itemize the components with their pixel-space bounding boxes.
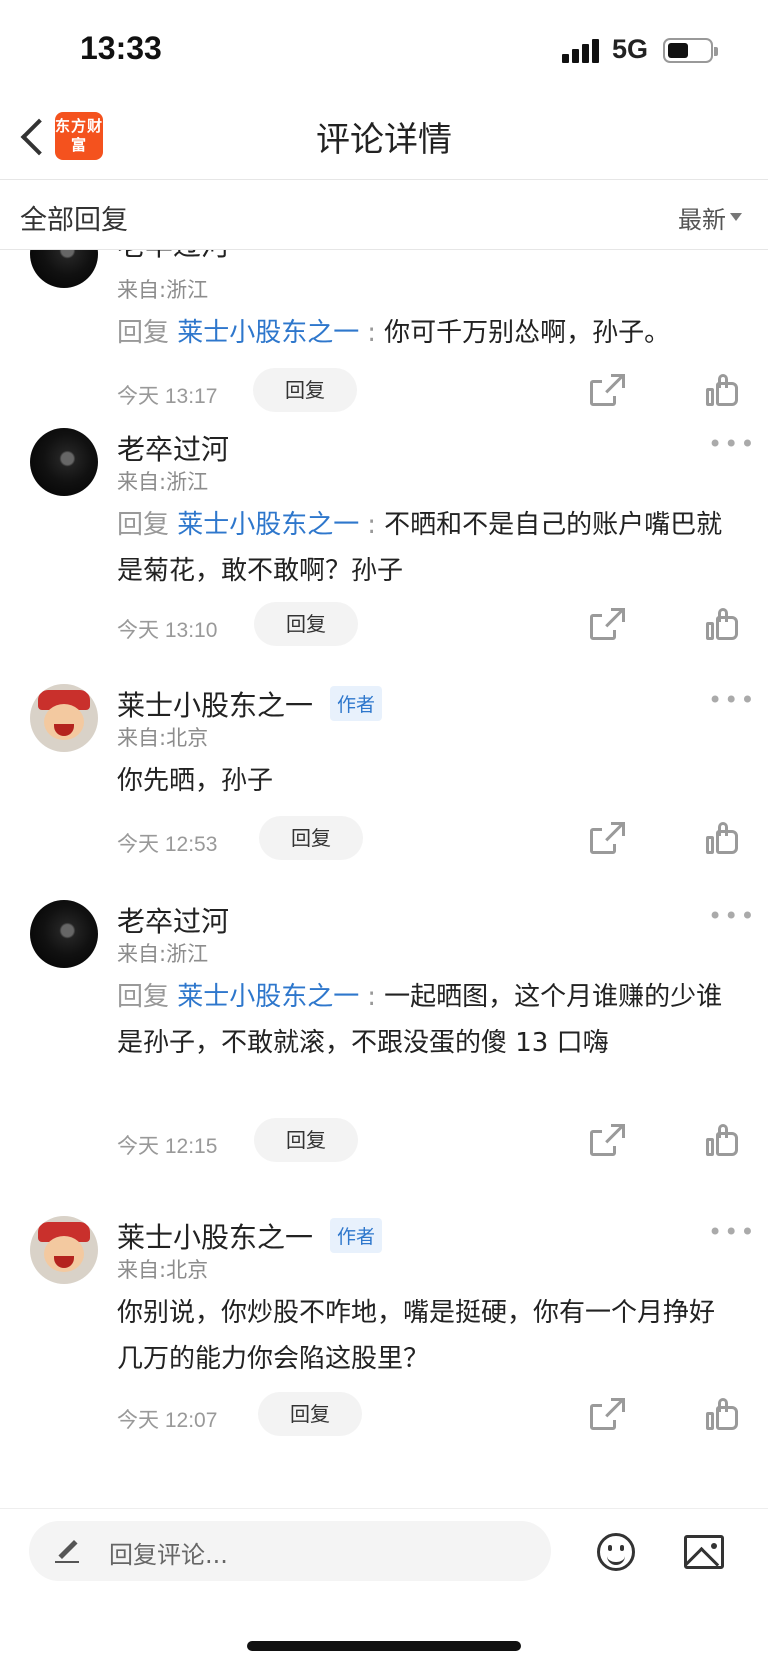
more-icon[interactable]: ••• [708,430,756,458]
reply-target-link[interactable]: 莱士小股东之一 [177,982,359,1012]
more-icon[interactable]: ••• [708,686,756,714]
pencil-icon [55,1539,79,1563]
comment-item: 莱士小股东之一 作者 ••• 来自:北京 你别说，你炒股不咋地，嘴是挺硬，你有一… [0,1216,768,1496]
timestamp: 今天 13:10 [117,619,218,642]
location: 来自:浙江 [117,942,209,966]
share-icon[interactable] [590,1124,625,1156]
signal-icon [562,39,602,63]
filter-bar: 全部回复 最新 [0,180,768,250]
location: 来自:北京 [117,1258,209,1282]
back-button[interactable] [14,112,54,162]
author-badge: 作者 [330,1218,383,1253]
timestamp: 今天 12:53 [117,833,218,856]
reply-button[interactable]: 回复 [259,816,363,860]
avatar[interactable] [30,1216,98,1284]
like-icon[interactable] [706,1124,738,1156]
comment-text: 回复 莱士小股东之一: 你可千万别怂啊，孙子。 [117,318,671,348]
comment-item: 老卒过河 来自:浙江 回复 莱士小股东之一:你可千万别怂啊，孙子。 今天 13:… [0,250,768,412]
timestamp: 今天 12:15 [117,1135,218,1158]
comment-item: 老卒过河 ••• 来自:浙江 回复 莱士小股东之一: 一起晒图，这个月谁赚的少谁是… [0,900,768,1210]
image-icon[interactable] [684,1535,724,1569]
share-icon[interactable] [590,822,625,854]
share-icon[interactable] [590,608,625,640]
home-indicator [247,1641,521,1651]
reply-button[interactable]: 回复 [254,602,358,646]
reply-button[interactable]: 回复 [254,1118,358,1162]
nav-bar: 评论详情 东方财富 [0,100,768,180]
like-icon[interactable] [706,822,738,854]
username[interactable]: 老卒过河 [117,428,229,468]
reply-target-link[interactable]: 莱士小股东之一 [177,318,359,348]
like-icon[interactable] [706,374,738,406]
username[interactable]: 老卒过河 [117,250,229,264]
location: 来自:北京 [117,726,209,750]
comment-item: 莱士小股东之一 作者 ••• 来自:北京 你先晒，孙子 今天 12:53 回复 [0,684,768,894]
comment-list[interactable]: 老卒过河 来自:浙江 回复 莱士小股东之一:你可千万别怂啊，孙子。 今天 13:… [0,250,768,1508]
chevron-down-icon[interactable] [730,213,742,221]
reply-button[interactable]: 回复 [258,1392,362,1436]
avatar[interactable] [30,684,98,752]
avatar[interactable] [30,250,98,288]
username[interactable]: 莱士小股东之一 [117,684,313,724]
avatar[interactable] [30,428,98,496]
reply-input[interactable]: 回复评论... [29,1521,551,1581]
comment-text: 回复 莱士小股东之一: 一起晒图，这个月谁赚的少谁是孙子，不敢就滚，不跟没蛋的傻 … [117,982,723,1058]
more-icon[interactable]: ••• [708,1218,756,1246]
sort-dropdown[interactable]: 最新 [678,200,726,235]
input-placeholder: 回复评论... [109,1541,228,1569]
bottom-bar: 回复评论... [0,1508,768,1663]
location: 来自:浙江 [117,470,209,494]
timestamp: 今天 12:07 [117,1409,218,1432]
status-time: 13:33 [80,30,162,66]
comment-text: 你先晒，孙子 [117,766,274,796]
comment-text: 你别说，你炒股不咋地，嘴是挺硬，你有一个月挣好几万的能力你会陷这股里？ [117,1298,716,1374]
share-icon[interactable] [590,374,625,406]
timestamp: 今天 13:17 [117,385,218,408]
like-icon[interactable] [706,1398,738,1430]
all-replies-label: 全部回复 [20,205,128,236]
location: 来自:浙江 [117,278,209,302]
emoji-icon[interactable] [597,1533,635,1571]
reply-button[interactable]: 回复 [253,368,357,412]
network-type: 5G [612,34,649,64]
share-icon[interactable] [590,1398,625,1430]
username[interactable]: 莱士小股东之一 [117,1216,313,1256]
comment-text: 回复 莱士小股东之一: 不晒和不是自己的账户嘴巴就是菊花，敢不敢啊？孙子 [117,510,723,586]
username[interactable]: 老卒过河 [117,900,229,940]
like-icon[interactable] [706,608,738,640]
status-bar: 13:33 5G [0,0,768,100]
author-badge: 作者 [330,686,383,721]
more-icon[interactable]: ••• [708,902,756,930]
avatar[interactable] [30,900,98,968]
page-title: 评论详情 [316,120,452,160]
reply-target-link[interactable]: 莱士小股东之一 [177,510,359,540]
battery-icon [663,38,718,63]
app-logo[interactable]: 东方财富 [55,112,103,160]
comment-item: 老卒过河 ••• 来自:浙江 回复 莱士小股东之一: 不晒和不是自己的账户嘴巴就是… [0,428,768,688]
